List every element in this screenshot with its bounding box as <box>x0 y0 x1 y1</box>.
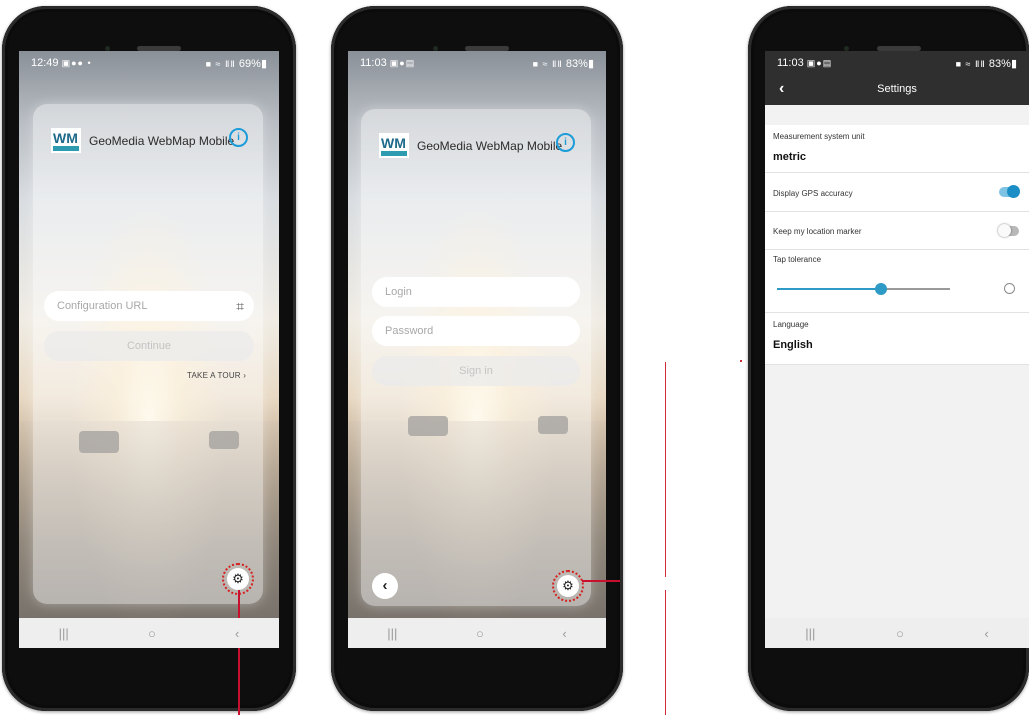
status-time: 11:03 <box>777 57 804 69</box>
screen-login: 11:03 ▣●▤ ■ ≈ ⅡⅡ 83%▮ WM GeoMedia WebMap… <box>348 51 606 648</box>
info-icon[interactable]: i <box>229 128 248 147</box>
setting-language[interactable]: Language English <box>765 313 1029 365</box>
notification-icons: ▣●▤ <box>389 58 416 68</box>
wm-logo: WM <box>51 128 81 153</box>
signal-icons: ■ ≈ ⅡⅡ <box>532 58 563 69</box>
status-bar: 12:49 ▣●● • ■ ≈ ⅡⅡ 69%▮ <box>19 51 279 75</box>
phone-frame-1: 12:49 ▣●● • ■ ≈ ⅡⅡ 69%▮ WM GeoMedia WebM… <box>2 6 296 711</box>
slider-thumb[interactable] <box>874 283 887 295</box>
battery-level: 69%▮ <box>238 57 267 70</box>
keep-marker-label: Keep my location marker <box>773 227 862 236</box>
status-bar: 11:03 ▣●▤ ■ ≈ ⅡⅡ 83%▮ <box>765 51 1029 75</box>
highlight-ring <box>552 570 584 602</box>
home-icon[interactable]: ○ <box>896 626 904 641</box>
battery-level: 83%▮ <box>565 57 594 70</box>
app-brand: WM GeoMedia WebMap Mobile <box>51 128 234 153</box>
toggle-knob <box>1007 185 1020 198</box>
app-title: GeoMedia WebMap Mobile <box>89 133 235 148</box>
status-time: 11:03 <box>360 57 387 69</box>
android-nav-bar: ||| ○ ‹ <box>19 618 279 648</box>
recent-apps-icon[interactable]: ||| <box>387 626 397 641</box>
home-icon[interactable]: ○ <box>476 626 484 641</box>
page-title: Settings <box>877 83 917 95</box>
setting-gps-accuracy: Display GPS accuracy <box>765 173 1029 212</box>
callout-line <box>665 362 666 577</box>
phone-frame-3: 11:03 ▣●▤ ■ ≈ ⅡⅡ 83%▮ ‹ Settings Measure… <box>748 6 1029 711</box>
android-nav-bar: ||| ○ ‹ <box>348 618 606 648</box>
password-input[interactable]: Password <box>372 316 580 346</box>
setting-measurement-unit[interactable]: Measurement system unit metric <box>765 125 1029 173</box>
measurement-label: Measurement system unit <box>773 132 865 141</box>
login-placeholder: Login <box>385 286 412 298</box>
notification-icons: ▣●▤ <box>806 58 833 68</box>
battery-level: 83%▮ <box>988 57 1017 70</box>
settings-list: Measurement system unit metric Display G… <box>765 125 1029 365</box>
configuration-url-input[interactable]: Configuration URL ⌗ <box>44 291 254 321</box>
take-a-tour-link[interactable]: TAKE A TOUR › <box>187 371 246 380</box>
setting-tap-tolerance: Tap tolerance <box>765 250 1029 313</box>
home-icon[interactable]: ○ <box>148 626 156 641</box>
slider-fill <box>777 288 881 290</box>
signal-icons: ■ ≈ ⅡⅡ <box>205 58 236 69</box>
callout-line <box>238 590 240 715</box>
status-time: 12:49 <box>31 57 59 69</box>
sign-in-button[interactable]: Sign in <box>372 356 580 386</box>
settings-header: ‹ Settings <box>765 75 1029 105</box>
setting-keep-location-marker: Keep my location marker <box>765 212 1029 250</box>
callout-line <box>665 590 666 715</box>
gps-accuracy-toggle[interactable] <box>999 185 1020 198</box>
recent-apps-icon[interactable]: ||| <box>805 626 815 641</box>
chevron-left-icon[interactable]: ‹ <box>372 573 398 599</box>
recent-apps-icon[interactable]: ||| <box>59 626 69 641</box>
qr-scan-icon[interactable]: ⌗ <box>236 298 244 314</box>
app-brand: WM GeoMedia WebMap Mobile <box>379 133 562 158</box>
continue-button[interactable]: Continue <box>44 331 254 361</box>
screen-welcome: 12:49 ▣●● • ■ ≈ ⅡⅡ 69%▮ WM GeoMedia WebM… <box>19 51 279 648</box>
phone-frame-2: 11:03 ▣●▤ ■ ≈ ⅡⅡ 83%▮ WM GeoMedia WebMap… <box>331 6 623 711</box>
screen-settings: 11:03 ▣●▤ ■ ≈ ⅡⅡ 83%▮ ‹ Settings Measure… <box>765 51 1029 648</box>
language-label: Language <box>773 320 809 329</box>
language-value: English <box>773 339 813 351</box>
configuration-url-placeholder: Configuration URL <box>57 300 148 312</box>
tap-tolerance-label: Tap tolerance <box>773 255 822 264</box>
back-icon[interactable]: ‹ <box>562 626 566 641</box>
callout-dot <box>740 360 742 362</box>
back-icon[interactable]: ‹ <box>984 626 988 641</box>
signal-icons: ■ ≈ ⅡⅡ <box>955 58 986 69</box>
tap-tolerance-slider[interactable] <box>777 283 950 295</box>
status-bar: 11:03 ▣●▤ ■ ≈ ⅡⅡ 83%▮ <box>348 51 606 75</box>
login-input[interactable]: Login <box>372 277 580 307</box>
password-placeholder: Password <box>385 325 434 337</box>
reset-radio-icon[interactable] <box>1004 283 1015 294</box>
info-icon[interactable]: i <box>556 133 575 152</box>
back-icon[interactable]: ‹ <box>235 626 239 641</box>
callout-line <box>582 580 620 582</box>
gps-accuracy-label: Display GPS accuracy <box>773 189 853 198</box>
app-title: GeoMedia WebMap Mobile <box>417 138 563 153</box>
android-nav-bar: ||| ○ ‹ <box>765 618 1029 648</box>
notification-icons: ▣●● • <box>61 58 92 68</box>
keep-marker-toggle[interactable] <box>998 224 1019 237</box>
wm-logo: WM <box>379 133 409 158</box>
measurement-value: metric <box>773 151 807 163</box>
toggle-knob <box>998 224 1011 237</box>
